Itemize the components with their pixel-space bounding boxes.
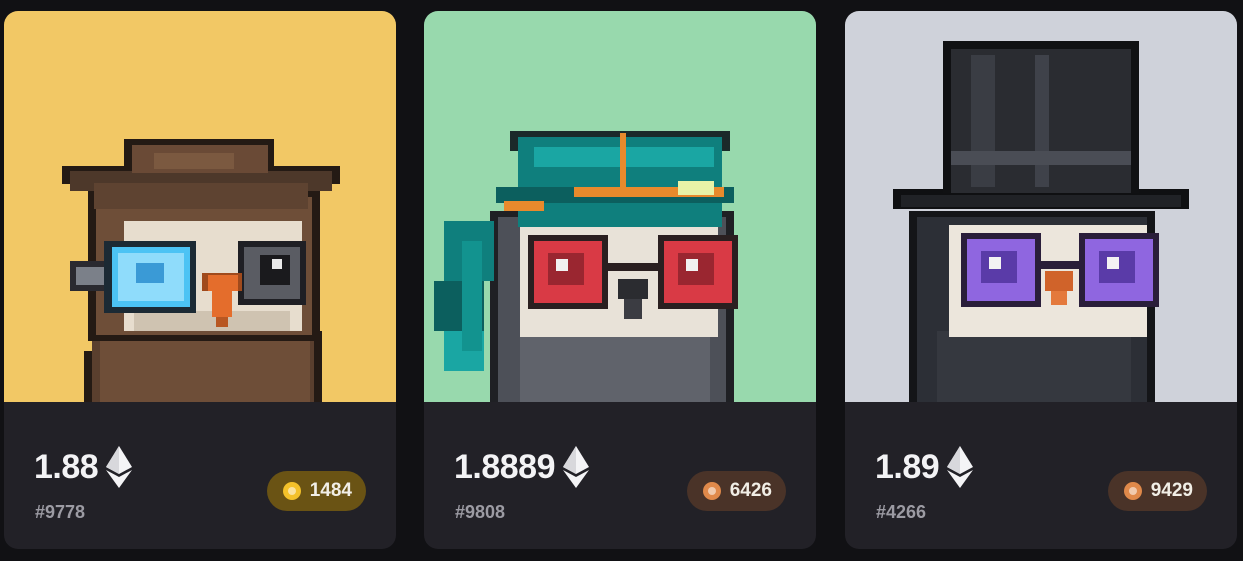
card-info: 1.88 #9778 1484: [4, 402, 396, 549]
token-id: #9778: [35, 502, 86, 522]
rank-badge: 6426: [686, 471, 786, 511]
ethereum-icon: [947, 446, 974, 488]
rank-badge: 1484: [266, 471, 366, 511]
rank-value: 6426: [729, 480, 772, 501]
rank-badge: 9429: [1107, 471, 1207, 511]
owl-artwork: [4, 11, 396, 402]
price: 1.8889: [454, 446, 589, 488]
rank-value: 9429: [1150, 480, 1193, 501]
nft-card[interactable]: 1.89 #4266 9429: [845, 11, 1237, 549]
medal-icon: [702, 482, 721, 500]
medal-icon: [1123, 482, 1142, 500]
price: 1.89: [875, 446, 974, 488]
ethereum-icon: [563, 446, 589, 488]
owl-artwork: [845, 11, 1237, 402]
token-id: #9808: [455, 502, 506, 522]
card-info: 1.8889 #9808 6426: [424, 402, 816, 549]
nft-image[interactable]: [424, 11, 816, 402]
token-id: #4266: [876, 502, 927, 522]
price-value: 1.89: [875, 447, 940, 486]
ethereum-icon: [106, 446, 133, 488]
nft-image[interactable]: [845, 11, 1237, 402]
nft-image[interactable]: [4, 11, 396, 402]
card-info: 1.89 #4266 9429: [845, 402, 1237, 549]
price-value: 1.88: [34, 447, 99, 486]
rank-value: 1484: [309, 480, 352, 501]
price: 1.88: [34, 446, 133, 488]
nft-card-grid: 1.88 #9778 1484 1.8889 #9808 6426 1.89 #…: [0, 0, 1243, 561]
nft-card[interactable]: 1.88 #9778 1484: [4, 11, 396, 549]
medal-icon: [282, 482, 301, 500]
nft-card[interactable]: 1.8889 #9808 6426: [424, 11, 816, 549]
owl-artwork: [424, 11, 816, 402]
price-value: 1.8889: [454, 447, 556, 486]
